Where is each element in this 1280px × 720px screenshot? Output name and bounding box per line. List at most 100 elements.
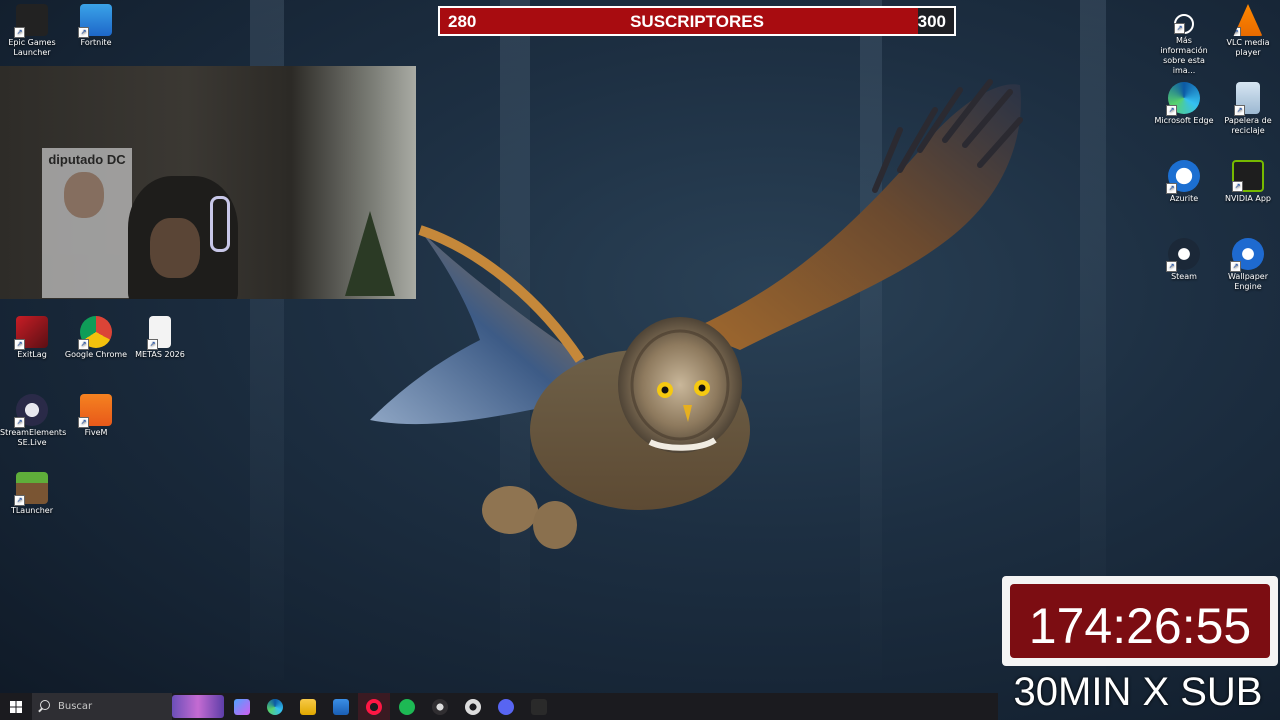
- desktop-icon-label: NVIDIA App: [1225, 194, 1271, 203]
- desktop-icon-wallpaper-engine[interactable]: ↗ Wallpaper Engine: [1216, 238, 1280, 292]
- desktop-icon-label: ExitLag: [17, 350, 47, 359]
- windows-logo-icon: [10, 700, 22, 713]
- shortcut-arrow-icon: ↗: [78, 417, 89, 428]
- desktop-icon-label: TLauncher: [10, 506, 54, 515]
- shortcut-arrow-icon: ↗: [14, 27, 25, 38]
- poster-text: diputado DC: [48, 152, 126, 167]
- desktop-icon-chrome[interactable]: ↗ Google Chrome: [64, 316, 128, 360]
- desktop-icon-streamelements[interactable]: ↗ StreamElements SE.Live: [0, 394, 67, 448]
- wallpaper-engine-icon: ↗: [1230, 238, 1264, 272]
- desktop-icon-label: Google Chrome: [64, 350, 128, 359]
- desktop-icon-label: METAS 2026: [135, 350, 185, 359]
- subscriber-goal-title: SUSCRIPTORES: [630, 12, 764, 31]
- obs-icon: [432, 698, 448, 715]
- taskbar-app-obs[interactable]: [424, 693, 456, 720]
- fivem-icon: ↗: [78, 394, 112, 428]
- desktop-icon-label: Fortnite: [80, 38, 112, 47]
- timer-panel: 174:26:55: [1010, 584, 1270, 658]
- shortcut-arrow-icon: ↗: [1232, 181, 1243, 192]
- poster-face: [64, 172, 104, 218]
- desktop-icon-epic-games[interactable]: ↗ Epic Games Launcher: [0, 4, 64, 58]
- taskbar-search-box[interactable]: Buscar: [32, 693, 172, 720]
- search-icon: [40, 700, 50, 710]
- info-camera-icon: ↗: [1174, 14, 1194, 34]
- epic-games-icon: [531, 698, 547, 715]
- desktop-icon-steam[interactable]: ↗ Steam: [1152, 238, 1216, 282]
- streamer-face: [150, 218, 200, 278]
- desktop-icon-document[interactable]: ↗ METAS 2026: [128, 316, 192, 360]
- file-explorer-icon: [300, 698, 316, 715]
- nvidia-icon: ↗: [1232, 160, 1264, 192]
- timer-value: 174:26:55: [1028, 598, 1252, 654]
- taskbar: Buscar: [0, 693, 998, 720]
- search-highlight-image: [172, 695, 224, 718]
- desktop-icon-exitlag[interactable]: ↗ ExitLag: [0, 316, 64, 360]
- wall-poster: diputado DC: [42, 148, 132, 298]
- shortcut-arrow-icon: ↗: [1166, 105, 1177, 116]
- search-placeholder: Buscar: [58, 701, 93, 712]
- azurite-icon: ↗: [1166, 160, 1200, 194]
- taskbar-app-mail[interactable]: [325, 693, 357, 720]
- shortcut-arrow-icon: ↗: [14, 495, 25, 506]
- desktop-icon-recycle-bin[interactable]: ↗ Papelera de reciclaje: [1216, 82, 1280, 136]
- copilot-icon: [234, 698, 250, 715]
- shortcut-arrow-icon: ↗: [1166, 261, 1177, 272]
- edge-icon: ↗: [1166, 82, 1200, 116]
- taskbar-app-settings[interactable]: [457, 693, 489, 720]
- webcam-overlay: diputado DC: [0, 66, 416, 299]
- edge-icon: [267, 698, 283, 715]
- desktop-icon-edge[interactable]: ↗ Microsoft Edge: [1152, 82, 1216, 126]
- desktop-icon-tlauncher[interactable]: ↗ TLauncher: [0, 472, 64, 516]
- owl-wallpaper: [370, 79, 1023, 549]
- desktop-icon-label: Wallpaper Engine: [1227, 272, 1268, 291]
- recycle-bin-icon: ↗: [1234, 82, 1260, 116]
- taskbar-app-file-explorer[interactable]: [292, 693, 324, 720]
- shortcut-arrow-icon: ↗: [1234, 105, 1245, 116]
- desktop-icon-fortnite[interactable]: ↗ Fortnite: [64, 4, 128, 48]
- taskbar-app-copilot[interactable]: [226, 693, 258, 720]
- shortcut-arrow-icon: ↗: [1174, 23, 1185, 34]
- taskbar-app-edge[interactable]: [259, 693, 291, 720]
- exitlag-icon: ↗: [14, 316, 48, 350]
- desktop-icon-info-camera[interactable]: ↗ Más información sobre esta ima...: [1152, 8, 1216, 76]
- discord-icon: [498, 698, 514, 715]
- streamelements-icon: ↗: [14, 394, 48, 428]
- taskbar-app-epic-games[interactable]: [523, 693, 555, 720]
- shortcut-arrow-icon: ↗: [14, 417, 25, 428]
- shortcut-arrow-icon: ↗: [1230, 261, 1241, 272]
- subscriber-goal-target: 300: [917, 12, 946, 31]
- shortcut-arrow-icon: ↗: [14, 339, 25, 350]
- desktop-icon-fivem[interactable]: ↗ FiveM: [64, 394, 128, 438]
- subscriber-goal-bar: 280 SUSCRIPTORES 300: [438, 6, 956, 36]
- desktop-icon-label: VLC media player: [1226, 38, 1270, 57]
- desktop-icon-azurite[interactable]: ↗ Azurite: [1152, 160, 1216, 204]
- christmas-tree: [345, 211, 395, 296]
- opera-gx-icon: [366, 698, 382, 715]
- desktop-icon-label: StreamElements SE.Live: [0, 428, 67, 447]
- shortcut-arrow-icon: ↗: [1233, 27, 1241, 36]
- start-button[interactable]: [0, 693, 32, 720]
- desktop-icon-label: Epic Games Launcher: [8, 38, 56, 57]
- mail-icon: [333, 698, 349, 715]
- fortnite-icon: ↗: [78, 4, 112, 38]
- desktop-icon-nvidia[interactable]: ↗ NVIDIA App: [1216, 160, 1280, 204]
- desktop-icon-label: Microsoft Edge: [1154, 116, 1214, 125]
- taskbar-app-spotify[interactable]: [391, 693, 423, 720]
- vlc-icon: ↗: [1233, 4, 1263, 36]
- settings-icon: [465, 698, 481, 715]
- shortcut-arrow-icon: ↗: [78, 27, 89, 38]
- desktop-icon-vlc[interactable]: ↗ VLC media player: [1216, 4, 1280, 58]
- desktop-icon-label: Azurite: [1169, 194, 1199, 203]
- headphones: [210, 196, 230, 252]
- timer-promo-text: 30MIN X SUB: [1013, 670, 1263, 714]
- shortcut-arrow-icon: ↗: [1166, 183, 1177, 194]
- desktop-icon-label: Más información sobre esta ima...: [1160, 36, 1208, 75]
- taskbar-app-discord[interactable]: [490, 693, 522, 720]
- chrome-icon: ↗: [78, 316, 112, 350]
- spotify-icon: [399, 698, 415, 715]
- epic-games-icon: ↗: [14, 4, 48, 38]
- shortcut-arrow-icon: ↗: [78, 339, 89, 350]
- taskbar-app-opera-gx[interactable]: [358, 693, 390, 720]
- subathon-timer: 174:26:55: [1002, 576, 1278, 666]
- desktop-icon-label: Steam: [1171, 272, 1197, 281]
